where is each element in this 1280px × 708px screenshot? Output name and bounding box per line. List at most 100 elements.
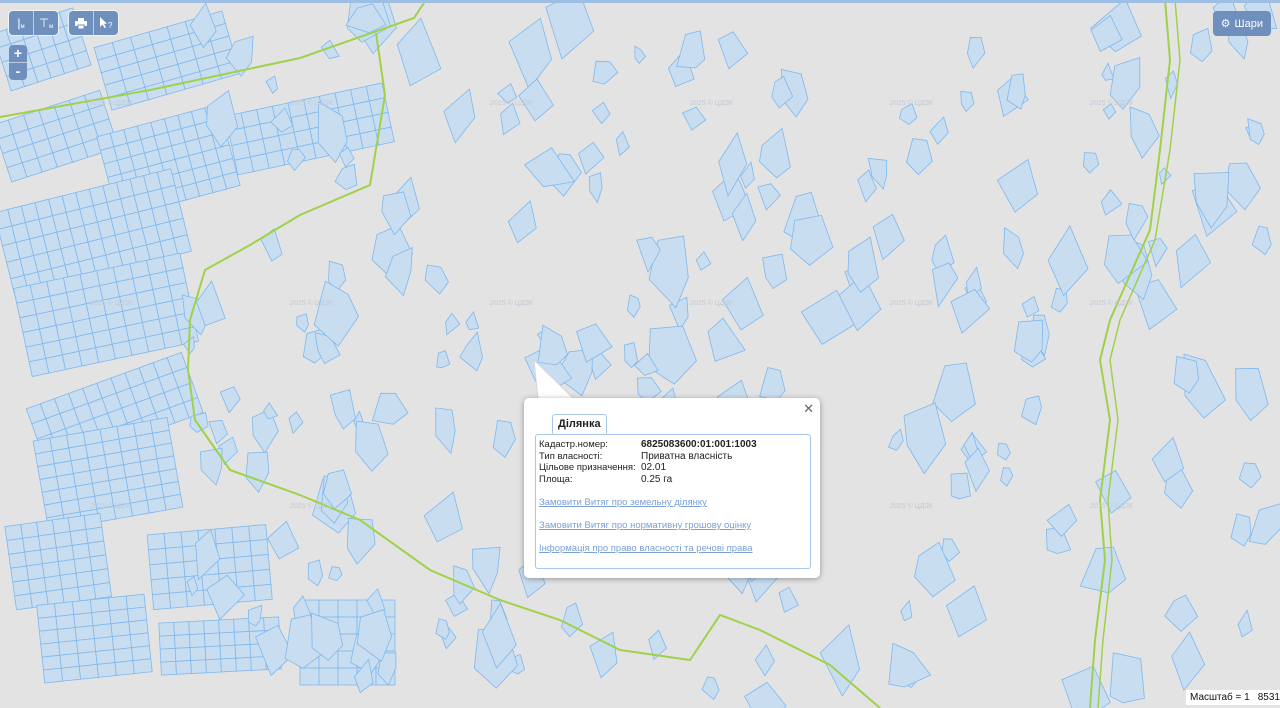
parcel bbox=[75, 570, 95, 588]
parcel bbox=[12, 579, 31, 597]
parcel bbox=[41, 654, 62, 671]
parcel bbox=[167, 576, 187, 594]
parcel bbox=[260, 228, 283, 262]
parcel bbox=[424, 264, 449, 295]
parcel bbox=[233, 631, 251, 646]
parcel bbox=[59, 572, 79, 590]
zoom-out-button[interactable]: - bbox=[9, 63, 27, 80]
parcel bbox=[67, 515, 87, 533]
parcel bbox=[435, 618, 450, 640]
parcel bbox=[1000, 467, 1014, 487]
parcel bbox=[110, 621, 131, 638]
zoom-in-button[interactable]: + bbox=[9, 45, 27, 63]
parcel bbox=[160, 660, 177, 676]
parcel bbox=[28, 357, 50, 378]
parcel bbox=[73, 612, 94, 628]
parcel bbox=[588, 172, 603, 204]
map-canvas[interactable] bbox=[0, 0, 1280, 708]
parcel bbox=[465, 310, 480, 331]
parcel bbox=[1235, 367, 1269, 422]
parcel bbox=[71, 599, 93, 616]
scale-value: 8531 bbox=[1257, 692, 1280, 703]
parcel bbox=[592, 60, 619, 85]
parcel bbox=[129, 499, 150, 517]
parcel bbox=[218, 618, 235, 634]
parcel-block bbox=[36, 593, 153, 684]
field-value: 02.01 bbox=[641, 462, 667, 473]
parcel bbox=[231, 525, 251, 543]
parcel bbox=[1230, 513, 1252, 547]
parcel-block bbox=[224, 82, 395, 176]
parcel bbox=[188, 633, 206, 648]
parcel bbox=[248, 524, 268, 542]
parcel bbox=[159, 647, 177, 663]
parcel bbox=[1021, 295, 1040, 318]
parcel bbox=[113, 647, 134, 663]
parcel bbox=[40, 641, 61, 658]
identify-button[interactable]: ? bbox=[94, 11, 118, 35]
link-ownership-info[interactable]: Інформація про право власності та речові… bbox=[539, 543, 753, 554]
parcel bbox=[56, 627, 77, 643]
layers-button[interactable]: ⚙ Шари bbox=[1212, 11, 1271, 36]
parcel bbox=[997, 443, 1011, 461]
parcel bbox=[145, 333, 166, 353]
watermark: 2015 © ЦДЗК bbox=[890, 300, 934, 307]
measure-line-button[interactable]: |м bbox=[9, 11, 34, 35]
parcel bbox=[163, 493, 184, 511]
watermark: 2015 © ЦДЗК bbox=[90, 503, 134, 510]
parcel bbox=[903, 402, 947, 475]
tab-parcel[interactable]: Ділянка bbox=[552, 414, 607, 434]
parcel bbox=[125, 593, 146, 610]
parcel bbox=[190, 659, 207, 674]
popup-content: Кадастр.номер: 6825083600:01:001:1003 Тип… bbox=[535, 434, 811, 569]
link-valuation-extract[interactable]: Замовити Витяг про нормативну грошову оц… bbox=[539, 520, 751, 531]
zoom-control: + - bbox=[9, 45, 27, 80]
parcel bbox=[77, 651, 98, 667]
parcel bbox=[508, 17, 552, 91]
parcel bbox=[945, 585, 987, 638]
parcel bbox=[396, 17, 442, 87]
parcel bbox=[73, 556, 93, 574]
watermark: 2015 © ЦДЗК bbox=[490, 100, 534, 107]
parcel bbox=[1237, 609, 1253, 638]
measure-toolbar: |м ⊤м bbox=[9, 11, 58, 35]
parcel bbox=[1247, 117, 1265, 146]
parcel bbox=[163, 531, 183, 549]
print-button[interactable] bbox=[69, 11, 94, 35]
parcel bbox=[89, 554, 109, 572]
watermark: 2015 © ЦДЗК bbox=[490, 300, 534, 307]
field-cadastral: Кадастр.номер: 6825083600:01:001:1003 bbox=[539, 439, 757, 450]
parcel bbox=[107, 595, 128, 612]
parcel bbox=[131, 645, 152, 662]
parcel bbox=[214, 527, 234, 545]
watermark: 2015 © ЦДЗК bbox=[290, 503, 334, 510]
parcel bbox=[78, 347, 100, 367]
parcel bbox=[253, 583, 273, 602]
parcel bbox=[40, 547, 59, 565]
parcel bbox=[55, 614, 76, 630]
watermark: 2015 © ЦДЗК bbox=[90, 100, 134, 107]
parcel bbox=[1021, 395, 1042, 426]
parcel bbox=[174, 647, 192, 662]
parcel bbox=[235, 656, 252, 672]
parcel bbox=[950, 472, 971, 500]
parcel bbox=[615, 130, 630, 157]
parcel bbox=[89, 597, 111, 614]
measure-area-button[interactable]: ⊤м bbox=[34, 11, 58, 35]
parcel bbox=[146, 496, 167, 514]
parcel bbox=[589, 631, 618, 679]
link-land-extract[interactable]: Замовити Витяг про земельну ділянку bbox=[539, 497, 707, 508]
layers-label: Шари bbox=[1234, 17, 1263, 30]
parcel bbox=[371, 392, 409, 425]
watermark: 2015 © ЦДЗК bbox=[890, 100, 934, 107]
parcel bbox=[93, 582, 113, 600]
parcel bbox=[128, 619, 149, 636]
parcel bbox=[218, 631, 236, 647]
parcel bbox=[128, 336, 150, 356]
parcel bbox=[26, 563, 45, 581]
parcel bbox=[906, 138, 933, 176]
parcel bbox=[24, 549, 43, 567]
parcel bbox=[500, 102, 521, 136]
parcel bbox=[61, 586, 81, 604]
close-icon[interactable]: ✕ bbox=[803, 401, 814, 417]
